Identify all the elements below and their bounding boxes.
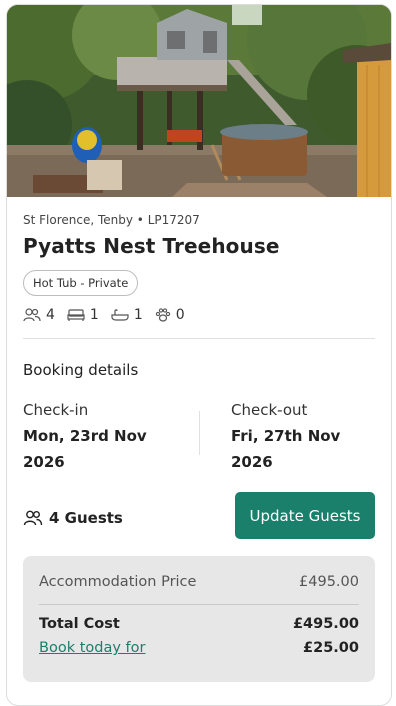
- checkin-label: Check-in: [23, 401, 89, 419]
- total-cost-value: £495.00: [292, 616, 359, 632]
- checkout-date-line1: Fri, 27th Nov: [231, 427, 341, 445]
- paw-icon: [155, 308, 170, 322]
- pets-amenity: 0: [155, 307, 185, 323]
- bed-icon: [67, 309, 85, 321]
- deposit-value: £25.00: [303, 640, 359, 656]
- checkout-date: Fri, 27th Nov 2026: [231, 423, 391, 475]
- feature-tag: Hot Tub - Private: [23, 270, 139, 296]
- amenities-row: 4 1 1 0: [23, 305, 197, 325]
- deposit-row: Book today for £25.00: [39, 640, 359, 656]
- bedrooms-amenity: 1: [67, 307, 99, 323]
- property-location: St Florence, Tenby • LP17207: [23, 213, 200, 227]
- guests-count: 4: [46, 307, 55, 323]
- section-divider: [23, 338, 375, 339]
- checkout-label: Check-out: [231, 401, 308, 419]
- guests-summary-text: 4 Guests: [49, 509, 123, 527]
- price-divider: [39, 604, 359, 605]
- people-icon: [23, 308, 41, 322]
- accommodation-price-value: £495.00: [299, 574, 359, 590]
- property-photo[interactable]: [7, 5, 391, 197]
- property-card: St Florence, Tenby • LP17207 Pyatts Nest…: [6, 4, 392, 706]
- checkin-block[interactable]: Check-in Mon, 23rd Nov 2026: [23, 401, 183, 475]
- checkin-date: Mon, 23rd Nov 2026: [23, 423, 183, 475]
- checkout-date-line2: 2026: [231, 453, 273, 471]
- book-today-link[interactable]: Book today for: [39, 640, 145, 656]
- property-title[interactable]: Pyatts Nest Treehouse: [23, 234, 280, 258]
- update-guests-button[interactable]: Update Guests: [235, 492, 375, 539]
- checkin-date-line2: 2026: [23, 453, 65, 471]
- pets-count: 0: [175, 307, 185, 323]
- bath-icon: [111, 309, 129, 321]
- accommodation-price-label: Accommodation Price: [39, 574, 197, 590]
- bedrooms-count: 1: [89, 307, 99, 323]
- people-icon: [23, 510, 43, 526]
- total-cost-row: Total Cost £495.00: [39, 616, 359, 632]
- bathrooms-amenity: 1: [111, 307, 143, 323]
- date-separator: [199, 411, 200, 455]
- bathrooms-count: 1: [133, 307, 143, 323]
- guests-summary: 4 Guests: [23, 509, 123, 527]
- booking-details-heading: Booking details: [23, 361, 139, 379]
- total-cost-label: Total Cost: [39, 616, 120, 632]
- checkin-date-line1: Mon, 23rd Nov: [23, 427, 147, 445]
- accommodation-price-row: Accommodation Price £495.00: [39, 574, 359, 590]
- price-summary: Accommodation Price £495.00 Total Cost £…: [23, 556, 375, 682]
- guests-amenity: 4: [23, 307, 55, 323]
- checkout-block[interactable]: Check-out Fri, 27th Nov 2026: [231, 401, 391, 475]
